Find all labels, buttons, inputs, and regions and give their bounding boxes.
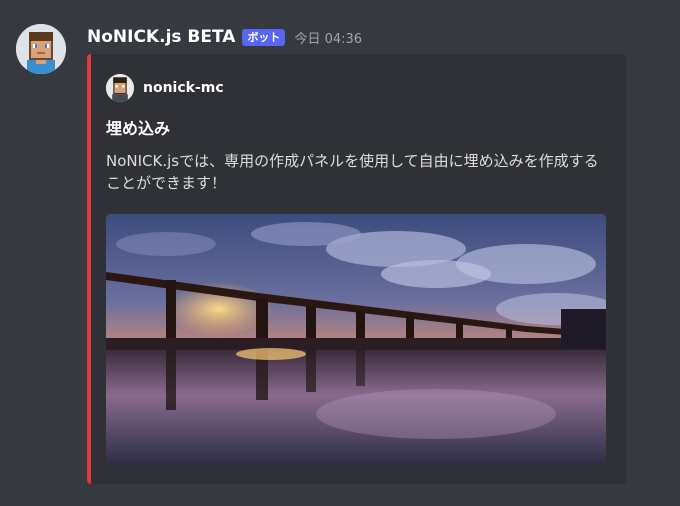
embed-author-name[interactable]: nonick-mc <box>143 80 224 96</box>
minecraft-skin-avatar-icon <box>106 74 134 102</box>
embed-title: 埋め込み <box>106 119 171 138</box>
embed-card: nonick-mc 埋め込み NoNICK.jsでは、専用の作成パネルを使用して… <box>87 54 626 484</box>
user-avatar[interactable] <box>16 24 66 74</box>
sunset-bridge-image <box>106 214 606 463</box>
minecraft-skin-avatar-icon <box>16 24 66 74</box>
embed-image[interactable] <box>106 214 606 463</box>
bot-badge: ボット <box>242 28 286 46</box>
timestamp[interactable]: 今日 04:36 <box>294 28 362 47</box>
embed-author: nonick-mc <box>106 74 224 102</box>
embed-accent-bar <box>87 54 91 484</box>
embed-description: NoNICK.jsでは、専用の作成パネルを使用して自由に埋め込みを作成することが… <box>106 152 599 192</box>
username[interactable]: NoNICK.js BETA <box>87 27 235 47</box>
message-header: NoNICK.js BETA ボット 今日 04:36 <box>87 24 362 50</box>
embed-author-avatar <box>106 74 134 102</box>
